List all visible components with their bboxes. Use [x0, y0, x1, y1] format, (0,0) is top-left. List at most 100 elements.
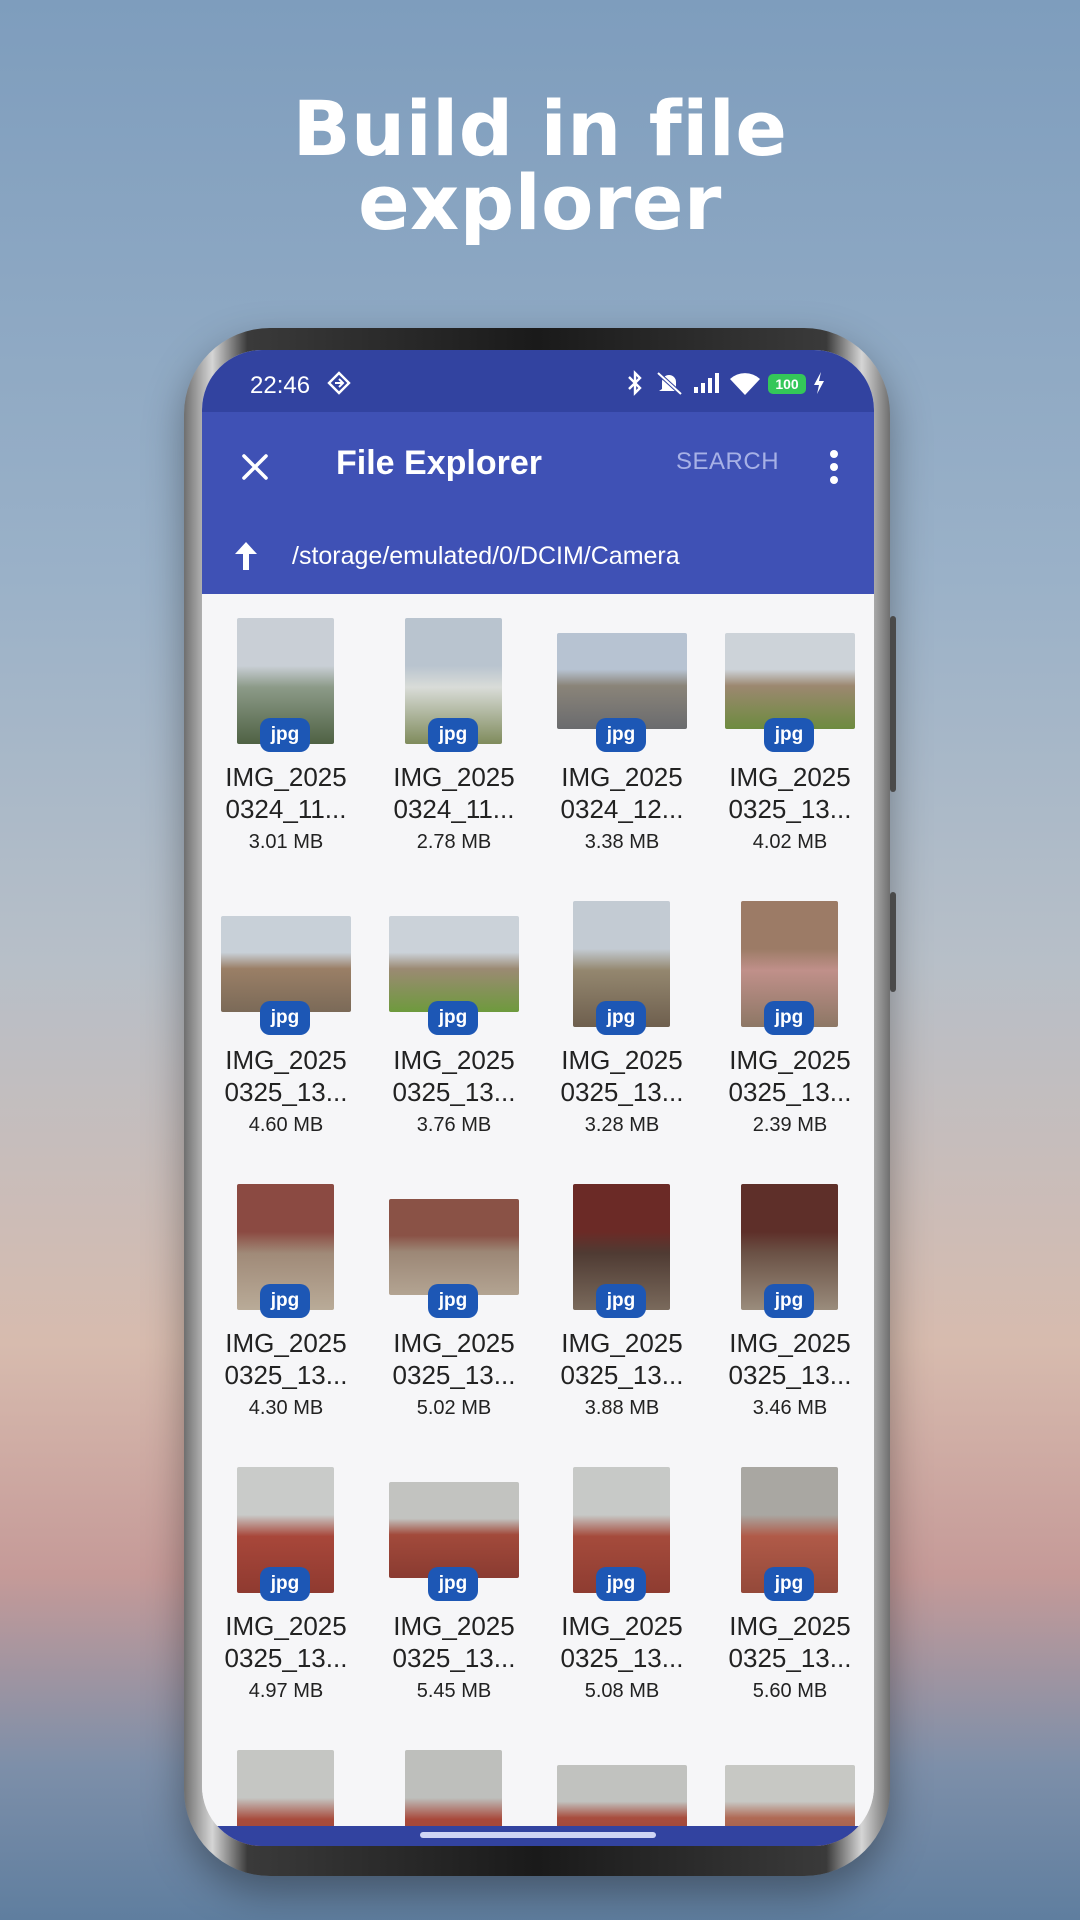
- file-type-badge: jpg: [596, 1001, 646, 1035]
- file-type-badge: jpg: [596, 718, 646, 752]
- file-name: IMG_2025 0325_13...: [370, 1044, 538, 1108]
- home-indicator[interactable]: [420, 1832, 656, 1838]
- file-name: IMG_2025 0325_13...: [202, 1610, 370, 1674]
- file-name-line-2: 0325_13...: [392, 1077, 516, 1107]
- file-grid: jpg IMG_2025 0324_11... 3.01 MB jpg IMG_2025 0…: [202, 594, 874, 1846]
- file-name-line-1: IMG_2025: [561, 1045, 683, 1075]
- file-name: IMG_2025 0325_13...: [202, 1044, 370, 1108]
- file-type-badge: jpg: [260, 1284, 310, 1318]
- close-button[interactable]: [230, 442, 280, 492]
- phone-screen: 22:46 100 File Explorer SEARCH /storage/…: [202, 350, 874, 1846]
- file-size: 2.39 MB: [752, 1114, 828, 1136]
- headline-line-2: explorer: [358, 158, 722, 247]
- file-name-line-2: 0325_13...: [560, 1643, 684, 1673]
- file-name: IMG_2025 0325_13...: [706, 1327, 874, 1391]
- phone-side-button: [890, 616, 896, 792]
- file-size: 5.60 MB: [752, 1680, 828, 1702]
- status-time: 22:46: [250, 372, 311, 399]
- file-name-line-2: 0325_13...: [224, 1643, 348, 1673]
- navigate-up-button[interactable]: [222, 532, 270, 580]
- file-tile[interactable]: jpg IMG_2025 0325_13... 5.08 MB: [538, 1443, 706, 1726]
- file-type-badge: jpg: [596, 1567, 646, 1601]
- file-tile[interactable]: jpg IMG_2025 0324_11... 3.01 MB: [202, 594, 370, 877]
- file-type-badge: jpg: [428, 1284, 478, 1318]
- file-name: IMG_2025 0325_13...: [706, 1044, 874, 1108]
- file-type-badge: jpg: [428, 1001, 478, 1035]
- file-size: 3.28 MB: [584, 1114, 660, 1136]
- file-tile[interactable]: jpg IMG_2025 0325_13... 4.97 MB: [202, 1443, 370, 1726]
- file-tile[interactable]: jpg IMG_2025 0325_13... 3.46 MB: [706, 1160, 874, 1443]
- file-type-badge: jpg: [428, 718, 478, 752]
- file-name-line-2: 0325_13...: [728, 1077, 852, 1107]
- arrow-up-icon: [235, 542, 257, 570]
- file-tile[interactable]: jpg IMG_2025 0325_13... 5.45 MB: [370, 1443, 538, 1726]
- file-name-line-1: IMG_2025: [225, 1611, 347, 1641]
- file-name-line-1: IMG_2025: [225, 1045, 347, 1075]
- file-name: IMG_2025 0325_13...: [202, 1327, 370, 1391]
- file-name: IMG_2025 0325_13...: [538, 1610, 706, 1674]
- file-name: IMG_2025 0325_13...: [370, 1610, 538, 1674]
- file-size: 5.08 MB: [584, 1680, 660, 1702]
- file-thumbnail: [389, 1199, 519, 1295]
- close-icon: [242, 454, 268, 480]
- file-thumbnail-container: jpg: [706, 1459, 874, 1601]
- file-name-line-2: 0324_12...: [560, 794, 684, 824]
- file-name-line-1: IMG_2025: [561, 1328, 683, 1358]
- file-name-line-2: 0325_13...: [728, 1360, 852, 1390]
- file-type-badge: jpg: [428, 1567, 478, 1601]
- file-name-line-2: 0324_11...: [225, 794, 347, 824]
- file-thumbnail-container: jpg: [538, 893, 706, 1035]
- app-bar: File Explorer SEARCH /storage/emulated/0…: [202, 412, 874, 594]
- file-thumbnail: [389, 916, 519, 1012]
- file-tile[interactable]: jpg IMG_2025 0325_13... 3.76 MB: [370, 877, 538, 1160]
- file-name-line-1: IMG_2025: [729, 1328, 851, 1358]
- file-size: 4.97 MB: [248, 1680, 324, 1702]
- file-tile[interactable]: jpg IMG_2025 0324_11... 2.78 MB: [370, 594, 538, 877]
- phone-power-button: [890, 892, 896, 992]
- file-thumbnail: [725, 633, 855, 729]
- file-name-line-1: IMG_2025: [561, 762, 683, 792]
- file-name: IMG_2025 0325_13...: [538, 1044, 706, 1108]
- more-options-button[interactable]: [816, 440, 852, 494]
- file-size: 2.78 MB: [416, 831, 492, 853]
- navigation-bar: [202, 1826, 874, 1846]
- wifi-icon: [728, 370, 762, 396]
- headline: Build in file explorer: [0, 84, 1080, 247]
- file-thumbnail: [221, 916, 351, 1012]
- file-thumbnail-container: jpg: [370, 610, 538, 752]
- headline-line-1: Build in file: [292, 84, 788, 173]
- file-thumbnail-container: jpg: [538, 1176, 706, 1318]
- file-name-line-1: IMG_2025: [393, 1045, 515, 1075]
- file-tile[interactable]: jpg IMG_2025 0325_13... 3.28 MB: [538, 877, 706, 1160]
- file-thumbnail-container: jpg: [706, 1176, 874, 1318]
- file-thumbnail: [557, 633, 687, 729]
- file-type-badge: jpg: [260, 718, 310, 752]
- file-name-line-1: IMG_2025: [729, 762, 851, 792]
- file-tile[interactable]: jpg IMG_2025 0325_13... 2.39 MB: [706, 877, 874, 1160]
- file-tile[interactable]: jpg IMG_2025 0325_13... 4.02 MB: [706, 594, 874, 877]
- more-vert-icon: [830, 450, 838, 484]
- file-name-line-2: 0325_13...: [392, 1643, 516, 1673]
- charging-icon: [812, 370, 826, 396]
- file-name-line-2: 0325_13...: [728, 1643, 852, 1673]
- file-name-line-1: IMG_2025: [729, 1611, 851, 1641]
- signal-icon: [692, 370, 722, 396]
- search-button[interactable]: SEARCH: [676, 448, 779, 476]
- file-name-line-2: 0325_13...: [560, 1077, 684, 1107]
- file-type-badge: jpg: [764, 718, 814, 752]
- file-name: IMG_2025 0325_13...: [706, 761, 874, 825]
- file-tile[interactable]: jpg IMG_2025 0325_13... 5.02 MB: [370, 1160, 538, 1443]
- file-tile[interactable]: jpg IMG_2025 0325_13... 5.60 MB: [706, 1443, 874, 1726]
- file-tile[interactable]: jpg IMG_2025 0325_13... 4.30 MB: [202, 1160, 370, 1443]
- file-thumbnail-container: jpg: [202, 1176, 370, 1318]
- file-tile[interactable]: jpg IMG_2025 0324_12... 3.38 MB: [538, 594, 706, 877]
- file-size: 5.45 MB: [416, 1680, 492, 1702]
- file-thumbnail-container: jpg: [538, 610, 706, 752]
- file-name-line-1: IMG_2025: [393, 1328, 515, 1358]
- file-thumbnail: [389, 1482, 519, 1578]
- file-name-line-2: 0325_13...: [728, 794, 852, 824]
- file-tile[interactable]: jpg IMG_2025 0325_13... 4.60 MB: [202, 877, 370, 1160]
- file-type-badge: jpg: [596, 1284, 646, 1318]
- file-tile[interactable]: jpg IMG_2025 0325_13... 3.88 MB: [538, 1160, 706, 1443]
- file-name: IMG_2025 0325_13...: [538, 1327, 706, 1391]
